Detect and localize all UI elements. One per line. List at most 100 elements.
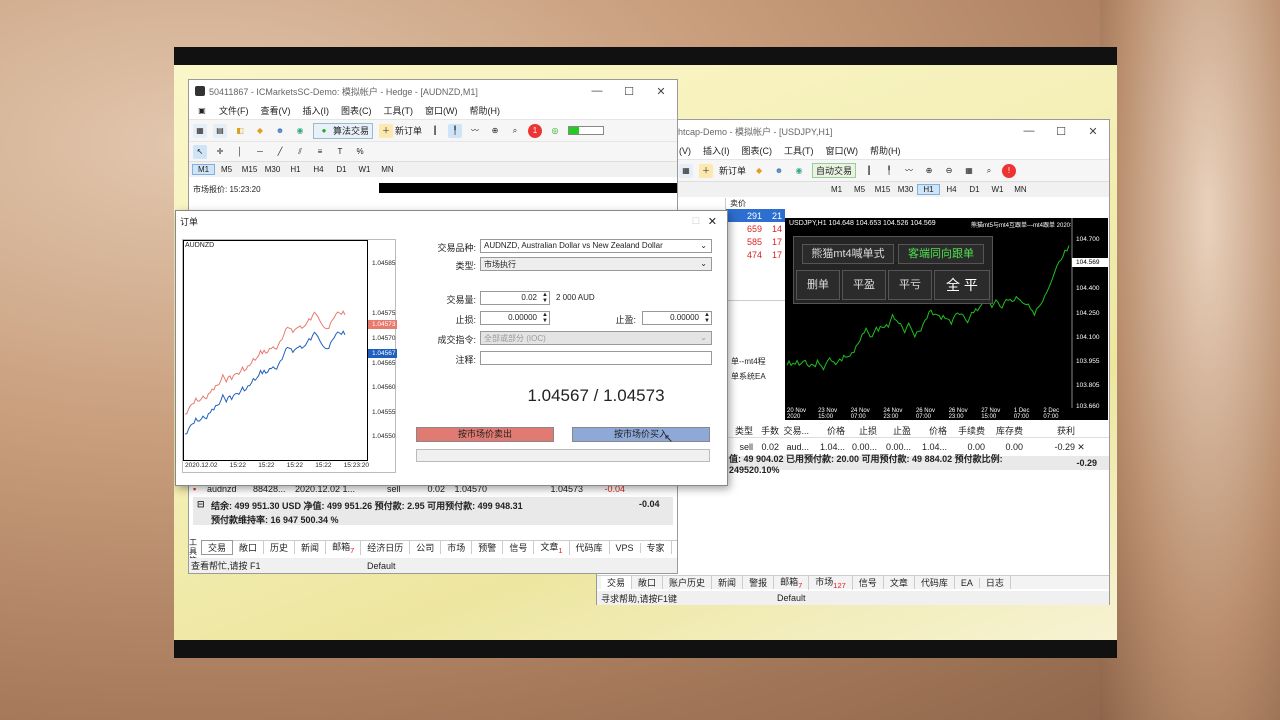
delete-order-button[interactable]: 删单: [796, 270, 840, 300]
cursor-icon[interactable]: ↖: [193, 144, 207, 159]
auto-trade-button[interactable]: 自动交易: [812, 163, 857, 178]
people-icon[interactable]: ☻: [772, 164, 786, 178]
market-watch-icon[interactable]: ◧: [233, 124, 247, 138]
shapes-icon[interactable]: %: [353, 145, 367, 159]
tab-exposure[interactable]: 敞口: [632, 576, 664, 589]
volume-stepper[interactable]: 0.02 ▲ ▼: [480, 291, 550, 305]
tab-articles[interactable]: 文章1: [534, 540, 570, 555]
tab-news[interactable]: 新闻: [712, 576, 744, 589]
tab-exposure[interactable]: 敞口: [233, 541, 265, 554]
chart-icon[interactable]: ▦: [679, 163, 693, 178]
tab-mailbox[interactable]: 邮箱7: [326, 540, 362, 555]
tab-history[interactable]: 历史: [264, 541, 296, 554]
tab-calendar[interactable]: 经济日历: [361, 541, 411, 554]
stepper-arrows-icon[interactable]: ▲ ▼: [704, 312, 710, 324]
tab-journal[interactable]: 日志: [980, 576, 1011, 589]
comment-field[interactable]: [480, 351, 712, 365]
vps-icon[interactable]: ◎: [548, 124, 562, 138]
menu-item[interactable]: 帮助(H): [870, 144, 901, 157]
collapse-icon[interactable]: ⊟: [197, 499, 205, 510]
close-button[interactable]: ✕: [645, 85, 677, 98]
menu-item[interactable]: 插入(I): [703, 144, 730, 157]
alert-icon[interactable]: !: [1002, 163, 1017, 178]
bar-chart-icon[interactable]: ┃: [862, 164, 876, 178]
tf-m5[interactable]: M5: [215, 165, 238, 174]
people-icon[interactable]: ☻: [273, 124, 287, 138]
menu-file[interactable]: 文件(F): [219, 104, 249, 117]
menu-view[interactable]: 查看(V): [261, 104, 291, 117]
profiles-icon[interactable]: ▤: [213, 123, 227, 138]
stepper-arrows-icon[interactable]: ▲ ▼: [542, 312, 548, 324]
tab-alerts[interactable]: 预警: [472, 541, 504, 554]
candle-icon[interactable]: ╿: [448, 123, 463, 138]
menu-item[interactable]: 工具(T): [784, 144, 814, 157]
close-trade-icon[interactable]: ✕: [1075, 442, 1087, 453]
tf-m1[interactable]: M1: [192, 164, 215, 175]
tab-alerts[interactable]: 警报: [743, 576, 775, 589]
line-chart-icon[interactable]: 〰: [902, 164, 916, 178]
tab-trade[interactable]: 交易: [601, 576, 633, 589]
tf-mn[interactable]: MN: [1009, 185, 1032, 194]
maximize-button[interactable]: ☐: [613, 85, 645, 98]
maximize-button[interactable]: ☐: [1045, 125, 1077, 138]
vline-icon[interactable]: │: [233, 145, 247, 159]
tf-w1[interactable]: W1: [353, 165, 376, 174]
menu-help[interactable]: 帮助(H): [470, 104, 501, 117]
close-loss-button[interactable]: 平亏: [888, 270, 932, 300]
tab-signals[interactable]: 信号: [853, 576, 884, 589]
menu-item[interactable]: 窗口(W): [826, 144, 859, 157]
notification-icon[interactable]: 1: [528, 123, 543, 138]
grid-icon[interactable]: ▦: [962, 164, 976, 178]
minimize-button[interactable]: —: [581, 85, 613, 98]
fibo-icon[interactable]: ≡: [313, 145, 327, 159]
minimize-button[interactable]: —: [1013, 125, 1045, 138]
follow-order-button[interactable]: 客端同向跟单: [898, 244, 984, 264]
symbol-select[interactable]: AUDNZD, Australian Dollar vs New Zealand…: [480, 239, 712, 253]
tab-articles[interactable]: 文章: [884, 576, 915, 589]
menu-tools[interactable]: 工具(T): [384, 104, 414, 117]
new-order-icon[interactable]: ＋: [699, 163, 713, 178]
sell-market-button[interactable]: 按市场价卖出: [416, 427, 554, 442]
tf-w1[interactable]: W1: [986, 185, 1009, 194]
tf-m30[interactable]: M30: [894, 185, 917, 194]
tab-vps[interactable]: VPS: [610, 542, 641, 553]
tf-h1[interactable]: H1: [917, 184, 940, 195]
dialog-close-button[interactable]: ✕: [708, 215, 717, 228]
tf-m1[interactable]: M1: [825, 185, 848, 194]
mw-price[interactable]: 291: [726, 211, 762, 221]
close-all-button[interactable]: 全 平: [934, 270, 990, 300]
tab-signals[interactable]: 信号: [503, 541, 535, 554]
tf-mn[interactable]: MN: [376, 165, 399, 174]
menu-item[interactable]: 图表(C): [742, 144, 773, 157]
signal-icon[interactable]: ◉: [792, 164, 806, 178]
new-chart-icon[interactable]: ▦: [193, 123, 207, 138]
buy-market-button[interactable]: 按市场价买入: [572, 427, 710, 442]
tab-market[interactable]: 市场: [441, 541, 473, 554]
tab-trade[interactable]: 交易: [201, 540, 234, 555]
mw-price[interactable]: 659: [726, 224, 762, 234]
tab-history[interactable]: 账户历史: [663, 576, 713, 589]
tab-news[interactable]: 新闻: [295, 541, 327, 554]
bar-chart-icon[interactable]: ┃: [428, 124, 442, 138]
diamond-icon[interactable]: ◆: [253, 124, 267, 138]
tf-m5[interactable]: M5: [848, 185, 871, 194]
tf-d1[interactable]: D1: [963, 185, 986, 194]
channel-icon[interactable]: ⫽: [293, 145, 307, 159]
tf-m15[interactable]: M15: [871, 185, 894, 194]
mw-price[interactable]: 585: [726, 237, 762, 247]
trendline-icon[interactable]: ╱: [273, 145, 287, 159]
fill-policy-select[interactable]: 全部或部分 (IOC) ⌄: [480, 331, 712, 345]
new-order-button[interactable]: ＋新订单: [379, 123, 422, 138]
tab-experts[interactable]: 专家: [641, 541, 672, 554]
tf-h1[interactable]: H1: [284, 165, 307, 174]
tf-h4[interactable]: H4: [307, 165, 330, 174]
text-icon[interactable]: T: [333, 145, 347, 159]
tf-h4[interactable]: H4: [940, 185, 963, 194]
search-icon[interactable]: ⌕: [982, 164, 996, 178]
usdjpy-chart[interactable]: USDJPY,H1 104.648 104.653 104.526 104.56…: [785, 218, 1108, 420]
tab-ea[interactable]: EA: [955, 577, 980, 588]
line-chart-icon[interactable]: 〰: [468, 124, 482, 138]
signal-icon[interactable]: ◉: [293, 124, 307, 138]
stop-loss-field[interactable]: 0.00000 ▲ ▼: [480, 311, 550, 325]
tab-company[interactable]: 公司: [410, 541, 442, 554]
